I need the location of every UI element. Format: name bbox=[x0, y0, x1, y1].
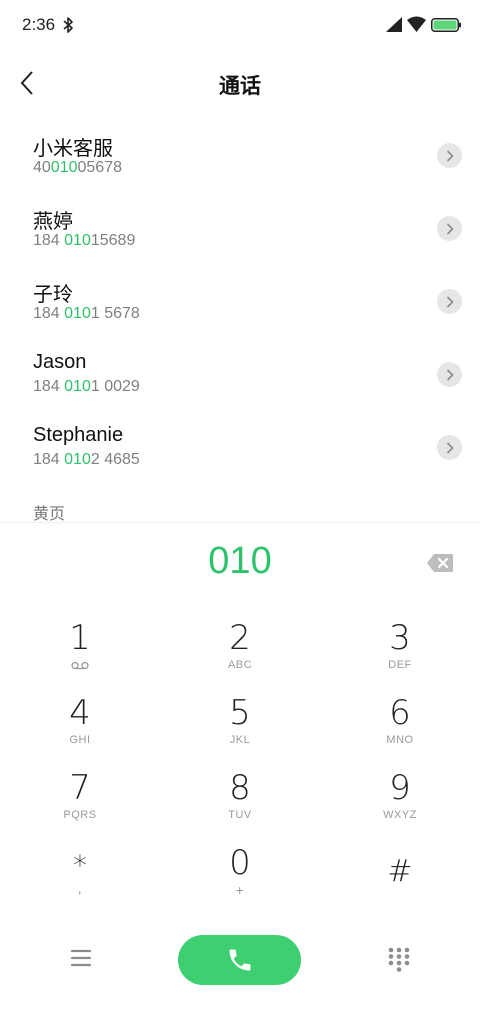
key-5[interactable]: 5 JKL bbox=[175, 693, 305, 765]
key-1[interactable]: 1 bbox=[15, 618, 145, 690]
key-letters: + bbox=[235, 882, 245, 898]
key-digit: 8 bbox=[229, 768, 251, 808]
number-match: 010 bbox=[64, 232, 91, 249]
contact-detail-button[interactable] bbox=[437, 216, 462, 241]
contact-item[interactable]: 子玲 184 0101 5678 bbox=[0, 268, 480, 341]
contact-detail-button[interactable] bbox=[437, 362, 462, 387]
contact-name: Stephanie bbox=[33, 424, 124, 446]
chevron-right-icon bbox=[446, 295, 454, 308]
key-digit: 7 bbox=[69, 768, 91, 808]
number-match: 010 bbox=[64, 378, 91, 395]
chevron-right-icon bbox=[446, 149, 454, 162]
number-prefix: 184 bbox=[33, 378, 65, 395]
key-letters: WXYZ bbox=[383, 809, 417, 821]
key-digit: 5 bbox=[229, 693, 251, 733]
key-letters: MNO bbox=[386, 734, 414, 746]
contact-item[interactable]: 燕婷 184 01015689 bbox=[0, 195, 480, 268]
key-star[interactable]: * , bbox=[15, 850, 145, 922]
key-letters: GHI bbox=[69, 734, 91, 746]
key-0[interactable]: 0 + bbox=[175, 843, 305, 915]
call-button[interactable] bbox=[178, 935, 301, 985]
number-prefix: 40 bbox=[33, 159, 51, 176]
nav-bar: 通话 bbox=[0, 52, 480, 116]
contact-list: 小米客服 4001005678 燕婷 184 01015689 子玲 184 0… bbox=[0, 122, 480, 487]
number-prefix: 184 bbox=[33, 232, 65, 249]
key-digit: 4 bbox=[69, 693, 91, 733]
key-digit: * bbox=[73, 849, 87, 882]
bottom-action-bar bbox=[0, 930, 480, 990]
key-digit: 9 bbox=[389, 768, 411, 808]
contact-number: 184 01015689 bbox=[33, 232, 135, 250]
key-letters: ABC bbox=[227, 659, 253, 671]
key-8[interactable]: 8 TUV bbox=[175, 768, 305, 840]
dialpad-icon bbox=[388, 947, 410, 972]
key-digit: 1 bbox=[69, 618, 91, 658]
number-suffix: 15689 bbox=[90, 232, 136, 249]
number-suffix: 2 4685 bbox=[90, 451, 140, 468]
signal-icon bbox=[386, 17, 402, 32]
key-letters: PQRS bbox=[63, 809, 97, 821]
contact-detail-button[interactable] bbox=[437, 435, 462, 460]
contact-name: 燕婷 bbox=[33, 211, 73, 233]
battery-icon bbox=[431, 18, 461, 32]
key-digit: # bbox=[387, 854, 413, 889]
backspace-button[interactable] bbox=[426, 553, 454, 573]
key-4[interactable]: 4 GHI bbox=[15, 693, 145, 765]
menu-button[interactable] bbox=[68, 947, 94, 969]
chevron-right-icon bbox=[446, 441, 454, 454]
number-match: 010 bbox=[64, 305, 91, 322]
section-label-yellow-pages[interactable]: 黄页 bbox=[33, 500, 65, 524]
key-7[interactable]: 7 PQRS bbox=[15, 768, 145, 840]
key-letters: TUV bbox=[228, 809, 252, 821]
contact-number: 184 0102 4685 bbox=[33, 451, 140, 469]
contact-item[interactable]: 小米客服 4001005678 bbox=[0, 122, 480, 195]
phone-icon bbox=[229, 949, 250, 971]
key-digit: 2 bbox=[229, 618, 251, 658]
contact-number: 184 0101 0029 bbox=[33, 378, 140, 396]
menu-icon bbox=[70, 949, 92, 967]
contact-detail-button[interactable] bbox=[437, 289, 462, 314]
number-prefix: 184 bbox=[33, 305, 65, 322]
wifi-icon bbox=[407, 16, 426, 32]
key-letters: DEF bbox=[388, 659, 412, 671]
number-match: 010 bbox=[64, 451, 91, 468]
key-6[interactable]: 6 MNO bbox=[335, 693, 465, 765]
chevron-right-icon bbox=[446, 368, 454, 381]
key-9[interactable]: 9 WXYZ bbox=[335, 768, 465, 840]
contact-item[interactable]: Jason 184 0101 0029 bbox=[0, 341, 480, 414]
number-suffix: 05678 bbox=[77, 159, 123, 176]
voicemail-icon bbox=[71, 661, 89, 670]
key-letters: JKL bbox=[229, 734, 251, 746]
chevron-right-icon bbox=[446, 222, 454, 235]
number-suffix: 1 5678 bbox=[90, 305, 140, 322]
key-hash[interactable]: # bbox=[335, 852, 465, 924]
bluetooth-icon bbox=[63, 17, 73, 33]
page-title: 通话 bbox=[219, 74, 261, 98]
number-prefix: 184 bbox=[33, 451, 65, 468]
contact-detail-button[interactable] bbox=[437, 143, 462, 168]
key-digit: 6 bbox=[389, 693, 411, 733]
key-digit: 3 bbox=[389, 618, 411, 658]
key-3[interactable]: 3 DEF bbox=[335, 618, 465, 690]
status-bar: 2:36 bbox=[0, 0, 480, 52]
contact-name: 子玲 bbox=[33, 284, 73, 306]
key-2[interactable]: 2 ABC bbox=[175, 618, 305, 690]
contact-number: 184 0101 5678 bbox=[33, 305, 140, 323]
divider bbox=[0, 522, 480, 523]
contact-item[interactable]: Stephanie 184 0102 4685 bbox=[0, 414, 480, 487]
contact-name: 小米客服 bbox=[33, 138, 113, 160]
number-suffix: 1 0029 bbox=[90, 378, 140, 395]
number-match: 010 bbox=[50, 159, 78, 176]
dial-input-display: 010 bbox=[208, 540, 272, 582]
status-time: 2:36 bbox=[22, 15, 56, 34]
key-digit: 0 bbox=[229, 843, 251, 883]
key-letters: , bbox=[77, 880, 83, 896]
keypad-toggle-button[interactable] bbox=[387, 946, 411, 972]
backspace-icon bbox=[427, 554, 453, 572]
contact-name: Jason bbox=[33, 351, 87, 373]
contact-number: 4001005678 bbox=[33, 159, 122, 177]
